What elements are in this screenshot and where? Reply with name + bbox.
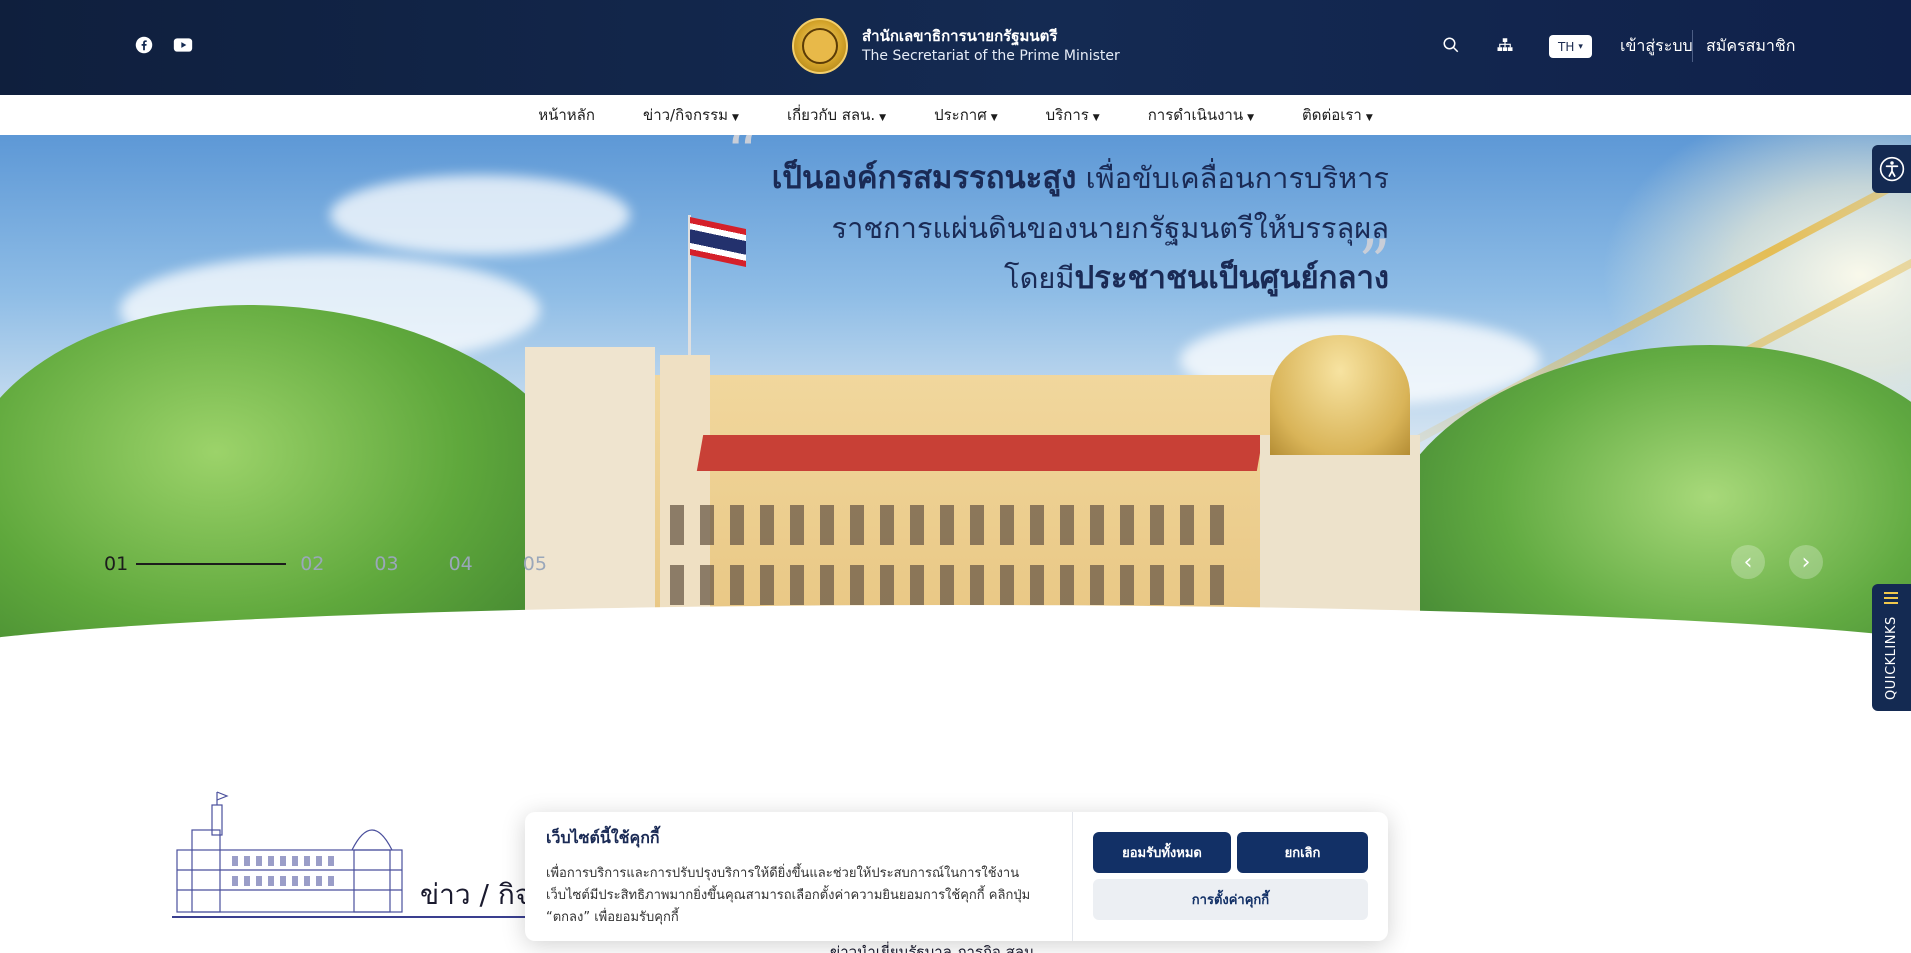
youtube-icon[interactable] xyxy=(172,34,194,56)
hero-slogan: เป็นองค์กรสมรรถนะสูง เพื่อขับเคลื่อนการบ… xyxy=(772,153,1389,303)
thai-flag-icon xyxy=(690,217,746,267)
next-slide-button[interactable]: › xyxy=(1789,545,1823,579)
org-name-en: The Secretariat of the Prime Minister xyxy=(862,48,1120,64)
org-name-th: สำนักเลขาธิการนายกรัฐมนตรี xyxy=(862,27,1058,45)
language-label: TH xyxy=(1558,39,1575,54)
hero-banner: เป็นองค์กรสมรรถนะสูง เพื่อขับเคลื่อนการบ… xyxy=(0,135,1911,668)
nav-item-services[interactable]: บริการ ▼ xyxy=(1046,103,1100,127)
government-house-illustration xyxy=(176,791,403,913)
slogan-text-2: ราชการแผ่นดินของนายกรัฐมนตรีให้บรรลุผล xyxy=(831,211,1390,245)
nav-item-home[interactable]: หน้าหลัก xyxy=(538,103,595,127)
cookie-description: เพื่อการบริการและการปรับปรุงบริการให้ดีย… xyxy=(546,866,1031,925)
chevron-left-icon: ‹ xyxy=(1743,549,1753,575)
quote-close-icon: ” xyxy=(1358,227,1391,301)
nav-item-announcements[interactable]: ประกาศ ▼ xyxy=(934,103,998,127)
accept-all-cookies-button[interactable]: ยอมรับทั้งหมด xyxy=(1093,832,1231,873)
chevron-down-icon: ▼ xyxy=(879,113,887,123)
chevron-down-icon: ▼ xyxy=(1247,113,1255,123)
top-header: สำนักเลขาธิการนายกรัฐมนตรี The Secretari… xyxy=(0,0,1911,95)
slide-indicator-2[interactable]: 02 xyxy=(300,553,324,575)
menu-icon xyxy=(1884,592,1898,604)
news-title-underline xyxy=(172,916,552,918)
slide-indicator-1[interactable]: 01 xyxy=(104,553,128,575)
cloud xyxy=(330,175,630,255)
slide-indicator-3[interactable]: 03 xyxy=(374,553,398,575)
slide-indicators: 01 02 03 04 05 xyxy=(104,553,597,575)
nav-item-contact[interactable]: ติดต่อเรา ▼ xyxy=(1302,103,1373,127)
news-tabs[interactable]: ข่าวนำเยี่ยมรัฐบาล ภารกิจ สลน. xyxy=(830,940,1039,953)
quicklinks-label: QUICKLINKS xyxy=(1884,616,1899,700)
news-section-title: ข่าว / กิจ xyxy=(420,878,532,911)
chevron-down-icon: ▼ xyxy=(990,113,998,123)
building-roof xyxy=(696,435,1264,471)
building-windows xyxy=(670,505,1230,545)
slogan-prefix-3: โดยมี xyxy=(1004,261,1075,295)
slogan-strong-1: เป็นองค์กรสมรรถนะสูง xyxy=(771,160,1077,196)
nav-item-news[interactable]: ข่าว/กิจกรรม ▼ xyxy=(643,103,739,127)
search-icon[interactable] xyxy=(1442,36,1462,56)
slide-indicator-5[interactable]: 05 xyxy=(523,553,547,575)
building-windows xyxy=(670,565,1230,605)
chevron-down-icon: ▼ xyxy=(1092,113,1100,123)
cancel-cookies-button[interactable]: ยกเลิก xyxy=(1237,832,1368,873)
cookie-divider xyxy=(1072,812,1073,941)
chevron-down-icon: ▼ xyxy=(732,113,739,123)
chevron-down-icon: ▼ xyxy=(1365,113,1373,123)
accessibility-icon xyxy=(1879,156,1904,182)
facebook-icon[interactable] xyxy=(133,34,155,56)
slogan-text-1: เพื่อขับเคลื่อนการบริหาร xyxy=(1085,161,1389,195)
site-logo[interactable]: สำนักเลขาธิการนายกรัฐมนตรี The Secretari… xyxy=(792,18,1120,74)
login-link[interactable]: เข้าสู่ระบบ xyxy=(1620,34,1693,59)
government-seal-icon xyxy=(792,18,848,74)
cookie-title: เว็บไซต์นี้ใช้คุกกี้ xyxy=(546,828,660,847)
slide-indicator-4[interactable]: 04 xyxy=(449,553,473,575)
quicklinks-button[interactable]: QUICKLINKS xyxy=(1872,584,1911,711)
building-dome xyxy=(1270,335,1410,455)
main-nav: หน้าหลัก ข่าว/กิจกรรม ▼ เกี่ยวกับ สลน. ▼ ป… xyxy=(0,95,1911,135)
nav-item-about[interactable]: เกี่ยวกับ สลน. ▼ xyxy=(787,103,886,127)
sitemap-icon[interactable] xyxy=(1496,36,1516,56)
prev-slide-button[interactable]: ‹ xyxy=(1731,545,1765,579)
cookie-settings-button[interactable]: การตั้งค่าคุกกี้ xyxy=(1093,879,1368,920)
cookie-consent-banner: เว็บไซต์นี้ใช้คุกกี้ เพื่อการบริการและกา… xyxy=(525,812,1388,941)
slogan-strong-3: ประชาชนเป็นศูนย์กลาง xyxy=(1074,260,1389,296)
accessibility-button[interactable] xyxy=(1872,145,1911,193)
chevron-down-icon: ▾ xyxy=(1578,41,1583,52)
slide-progress-line xyxy=(136,563,287,565)
header-divider xyxy=(1692,30,1693,62)
nav-item-operations[interactable]: การดำเนินงาน ▼ xyxy=(1148,103,1254,127)
chevron-right-icon: › xyxy=(1801,549,1811,575)
quote-open-icon: “ xyxy=(726,135,759,191)
register-link[interactable]: สมัครสมาชิก xyxy=(1706,34,1795,59)
language-selector[interactable]: TH ▾ xyxy=(1549,35,1592,58)
